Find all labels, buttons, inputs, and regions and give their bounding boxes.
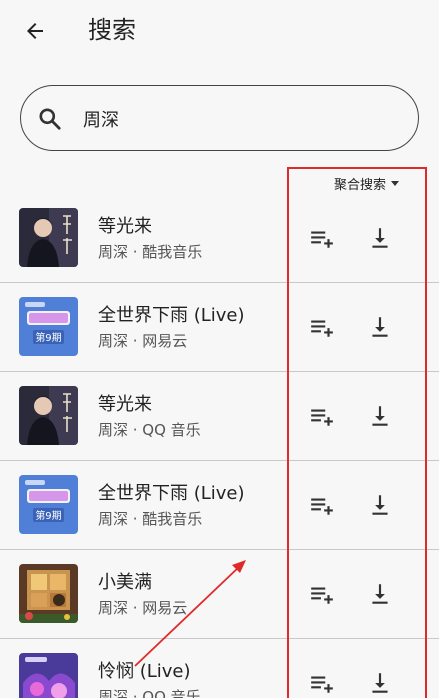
arrow-left-icon	[27, 23, 43, 39]
song-title: 怜悯 (Live)	[98, 661, 191, 682]
song-row[interactable]: 等光来 周深 · QQ 音乐	[0, 372, 439, 461]
download-button[interactable]	[364, 578, 396, 610]
song-row[interactable]: 第9期 全世界下雨 (Live) 周深 · 网易云	[0, 283, 439, 372]
download-icon	[372, 317, 388, 337]
album-cover	[19, 564, 78, 623]
search-bar[interactable]	[20, 85, 419, 151]
album-cover: 第9期	[19, 475, 78, 534]
source-dropdown[interactable]: 聚合搜索	[334, 172, 400, 194]
cover-badge: 第9期	[35, 509, 61, 522]
playlist-add-icon	[311, 587, 333, 604]
download-icon	[372, 228, 388, 248]
song-subtitle: 周深 · 酷我音乐	[98, 510, 203, 528]
song-row[interactable]: 怜悯 (Live) 周深 · QQ 音乐	[0, 639, 439, 698]
song-title: 小美满	[98, 572, 152, 593]
playlist-add-icon	[311, 676, 333, 693]
portrait-cover-image	[19, 386, 78, 445]
download-button[interactable]	[364, 311, 396, 343]
app-bar: 搜索	[0, 0, 439, 64]
stage-cover-image	[19, 653, 78, 698]
album-cover	[19, 208, 78, 267]
page-title: 搜索	[88, 16, 136, 44]
album-cover: 第9期	[19, 297, 78, 356]
add-to-playlist-button[interactable]	[306, 311, 338, 343]
playlist-add-icon	[311, 498, 333, 515]
song-title: 全世界下雨 (Live)	[98, 305, 245, 326]
album-cover	[19, 653, 78, 698]
song-list: 等光来 周深 · 酷我音乐 第9期 全世界下雨 (Live) 周深 · 网易云	[0, 194, 439, 698]
add-to-playlist-button[interactable]	[306, 667, 338, 698]
playlist-add-icon	[311, 409, 333, 426]
song-subtitle: 周深 · 网易云	[98, 599, 188, 617]
download-button[interactable]	[364, 400, 396, 432]
song-row[interactable]: 小美满 周深 · 网易云	[0, 550, 439, 639]
song-subtitle: 周深 · QQ 音乐	[98, 421, 201, 439]
download-icon	[372, 495, 388, 515]
playlist-add-icon	[311, 320, 333, 337]
window-cover-image	[19, 564, 78, 623]
album-cover	[19, 386, 78, 445]
download-icon	[372, 673, 388, 693]
add-to-playlist-button[interactable]	[306, 222, 338, 254]
show-cover-image: 第9期	[19, 475, 78, 534]
song-title: 等光来	[98, 394, 152, 415]
song-subtitle: 周深 · 酷我音乐	[98, 243, 203, 261]
source-dropdown-label: 聚合搜索	[334, 177, 387, 193]
show-cover-image: 第9期	[19, 297, 78, 356]
portrait-cover-image	[19, 208, 78, 267]
song-title: 全世界下雨 (Live)	[98, 483, 245, 504]
playlist-add-icon	[311, 231, 333, 248]
song-title: 等光来	[98, 216, 152, 237]
add-to-playlist-button[interactable]	[306, 578, 338, 610]
add-to-playlist-button[interactable]	[306, 400, 338, 432]
download-button[interactable]	[364, 489, 396, 521]
download-icon	[372, 406, 388, 426]
cover-badge: 第9期	[35, 331, 61, 344]
search-icon	[39, 108, 61, 130]
song-subtitle: 周深 · 网易云	[98, 332, 188, 350]
search-input[interactable]	[83, 102, 403, 136]
add-to-playlist-button[interactable]	[306, 489, 338, 521]
download-icon	[372, 584, 388, 604]
download-button[interactable]	[364, 667, 396, 698]
song-subtitle: 周深 · QQ 音乐	[98, 688, 201, 698]
back-button[interactable]	[18, 14, 52, 48]
download-button[interactable]	[364, 222, 396, 254]
song-row[interactable]: 第9期 全世界下雨 (Live) 周深 · 酷我音乐	[0, 461, 439, 550]
caret-down-icon	[391, 181, 400, 186]
song-row[interactable]: 等光来 周深 · 酷我音乐	[0, 194, 439, 283]
